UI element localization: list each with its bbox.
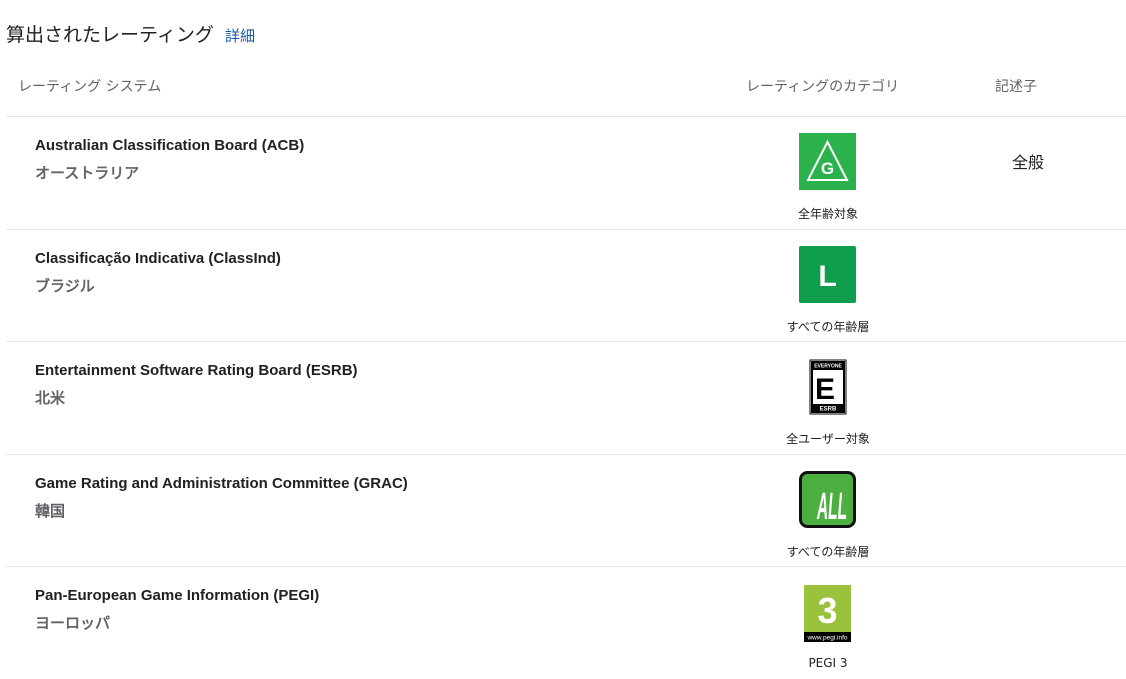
rating-system-name: Classificação Indicativa (ClassInd) bbox=[35, 250, 281, 267]
rating-category-label: すべての年齢層 bbox=[786, 320, 870, 334]
rating-row-grac: Game Rating and Administration Committee… bbox=[6, 455, 1126, 567]
rating-system-region: 北米 bbox=[35, 389, 66, 407]
column-header-system: レーティング システム bbox=[18, 79, 162, 95]
esrb-bottom-text: ESRB bbox=[820, 407, 837, 413]
esrb-top-text: EVERYONE bbox=[814, 364, 842, 370]
ratings-header: 算出されたレーティング 詳細 bbox=[6, 21, 255, 49]
grac-all-icon: ALL bbox=[799, 471, 856, 528]
grac-icon-text: ALL bbox=[817, 486, 847, 528]
rating-system-name: Pan-European Game Information (PEGI) bbox=[35, 587, 320, 604]
page-title: 算出されたレーティング bbox=[6, 24, 214, 46]
acb-g-icon: G bbox=[799, 133, 856, 190]
esrb-everyone-icon: EVERYONE E ESRB bbox=[809, 359, 847, 415]
pegi-icon-number: 3 bbox=[817, 590, 837, 631]
rating-descriptor: 全般 bbox=[1012, 153, 1045, 172]
rating-system-name: Game Rating and Administration Committee… bbox=[35, 475, 408, 492]
rating-system-name: Australian Classification Board (ACB) bbox=[35, 137, 305, 154]
rating-system-name: Entertainment Software Rating Board (ESR… bbox=[35, 362, 358, 379]
rating-category-label: 全ユーザー対象 bbox=[786, 432, 870, 446]
rating-system-region: オーストラリア bbox=[35, 164, 140, 182]
column-header-descriptor: 記述子 bbox=[995, 79, 1037, 95]
rating-system-region: ブラジル bbox=[35, 277, 95, 295]
rating-category-label: すべての年齢層 bbox=[786, 545, 870, 559]
esrb-icon-letter: E bbox=[815, 373, 835, 406]
rating-row-acb: Australian Classification Board (ACB) オー… bbox=[6, 117, 1126, 229]
rating-system-region: ヨーロッパ bbox=[35, 614, 111, 632]
pegi-icon-url: www.pegi.info bbox=[806, 635, 847, 642]
rating-row-esrb: Entertainment Software Rating Board (ESR… bbox=[6, 342, 1126, 454]
column-header-category: レーティングのカテゴリ bbox=[746, 79, 900, 95]
rating-row-pegi: Pan-European Game Information (PEGI) ヨーロ… bbox=[6, 567, 1126, 679]
details-link[interactable]: 詳細 bbox=[225, 27, 255, 45]
classind-l-icon: L bbox=[799, 246, 856, 303]
pegi-3-icon: 3 www.pegi.info bbox=[804, 585, 851, 642]
acb-icon-letter: G bbox=[821, 159, 834, 178]
rating-row-classind: Classificação Indicativa (ClassInd) ブラジル… bbox=[6, 230, 1126, 342]
rating-category-label: PEGI 3 bbox=[808, 656, 848, 670]
classind-icon-letter: L bbox=[818, 260, 836, 293]
rating-category-label: 全年齢対象 bbox=[797, 207, 858, 221]
rating-system-region: 韓国 bbox=[35, 502, 66, 520]
